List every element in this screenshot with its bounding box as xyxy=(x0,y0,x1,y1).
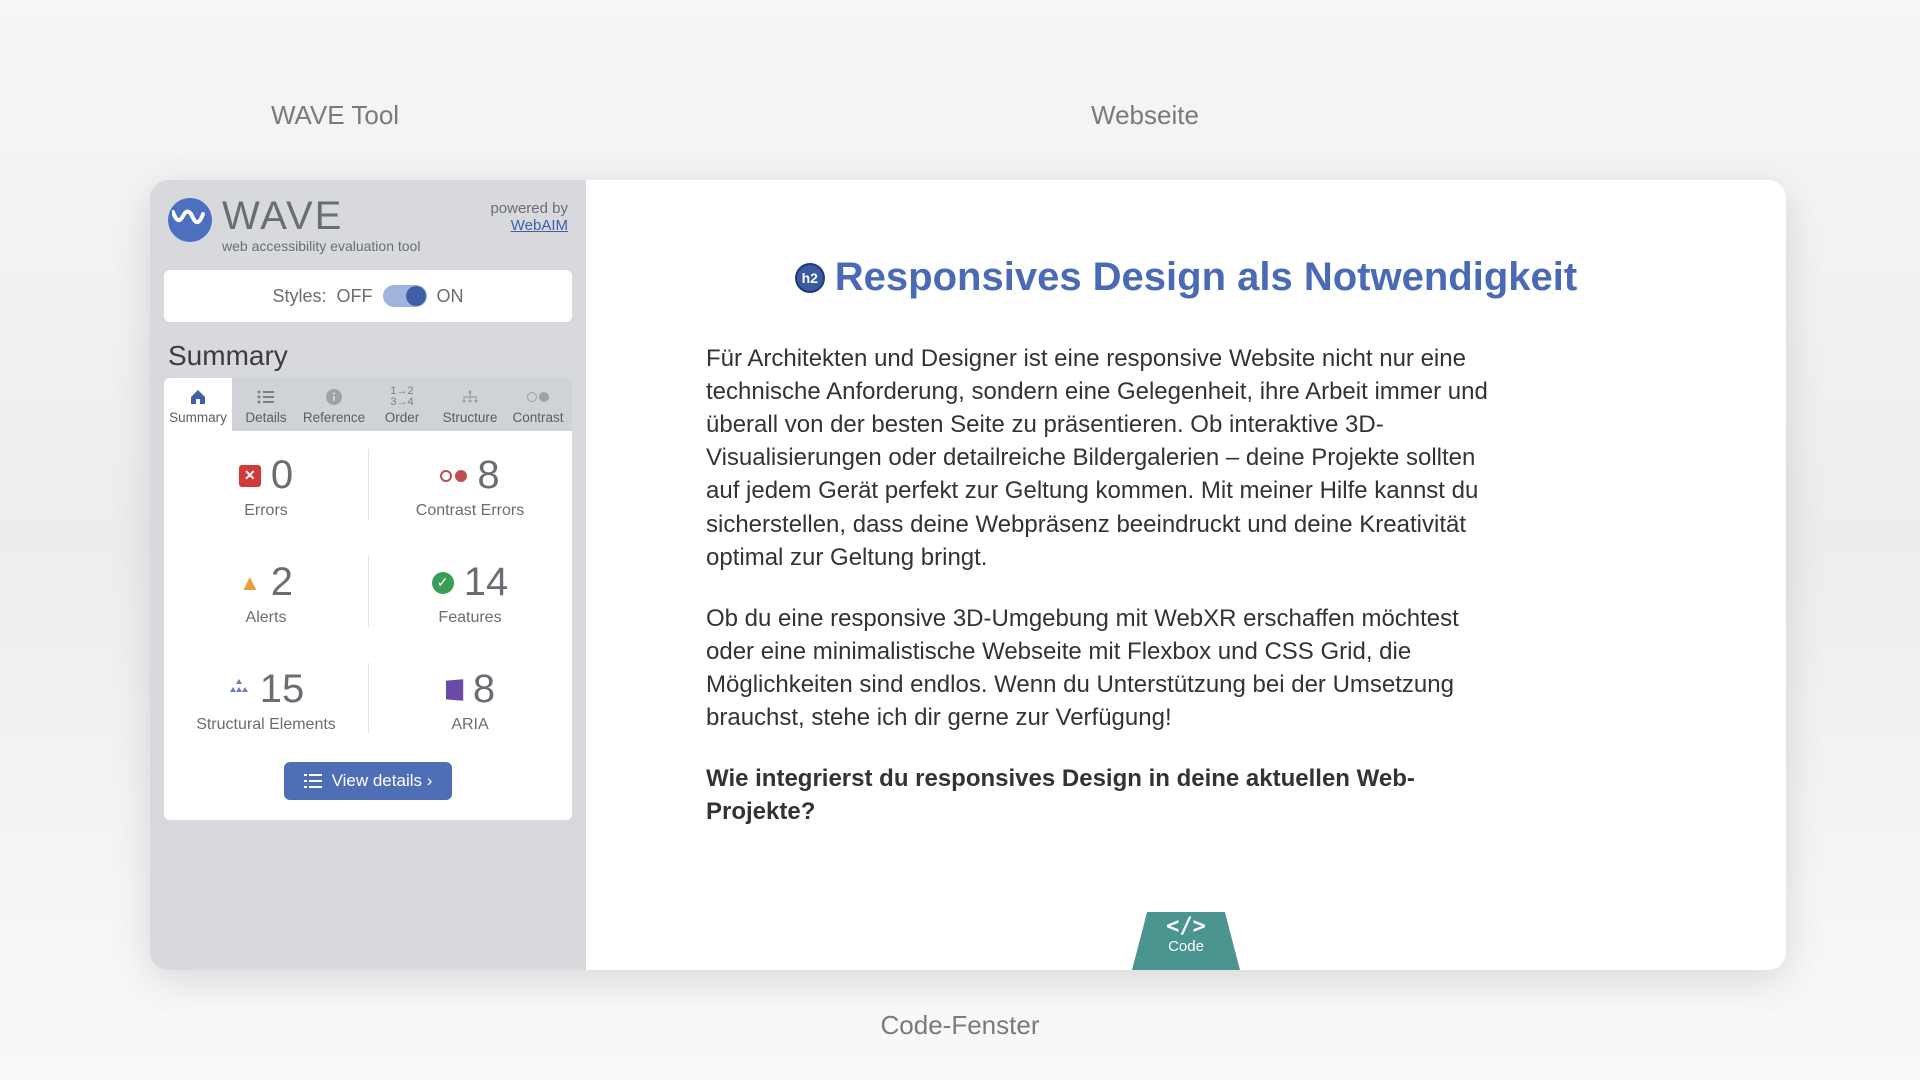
code-icon: </> xyxy=(1132,916,1240,938)
info-icon xyxy=(300,386,368,408)
code-panel-toggle[interactable]: </> Code xyxy=(1132,912,1240,970)
summary-heading: Summary xyxy=(168,340,572,372)
h2-badge-icon: h2 xyxy=(795,263,825,293)
region-label-wave: WAVE Tool xyxy=(150,100,520,131)
tab-summary[interactable]: Summary xyxy=(164,378,232,431)
page-heading: Responsives Design als Notwendigkeit xyxy=(835,255,1577,300)
contrast-error-icon xyxy=(440,470,467,482)
app-window: WAVE web accessibility evaluation tool p… xyxy=(150,180,1786,970)
wave-tabs: Summary Details Reference 1→23→4 Ord xyxy=(164,378,572,431)
webaim-link[interactable]: WebAIM xyxy=(511,217,568,234)
brand-tagline: web accessibility evaluation tool xyxy=(222,238,420,254)
brand-name: WAVE xyxy=(222,196,420,236)
styles-off-label: OFF xyxy=(337,286,373,307)
styles-toggle-row: Styles: OFF ON xyxy=(164,270,572,322)
list-icon xyxy=(232,386,300,408)
powered-by: powered by WebAIM xyxy=(490,196,568,234)
metric-aria: 8 ARIA xyxy=(368,645,572,752)
tab-reference[interactable]: Reference xyxy=(300,378,368,431)
feature-icon: ✓ xyxy=(432,572,454,594)
summary-grid: ✕ 0 Errors 8 Contrast Errors xyxy=(164,431,572,820)
styles-label: Styles: xyxy=(272,286,326,307)
styles-toggle[interactable] xyxy=(383,285,427,307)
region-label-webpage: Webseite xyxy=(520,100,1770,131)
metric-errors: ✕ 0 Errors xyxy=(164,431,368,538)
contrast-icon xyxy=(504,386,572,408)
aria-icon xyxy=(446,679,463,700)
structural-icon xyxy=(228,678,250,702)
alert-icon: ▲ xyxy=(239,570,261,596)
tab-structure[interactable]: Structure xyxy=(436,378,504,431)
paragraph-2: Ob du eine responsive 3D-Umgebung mit We… xyxy=(706,602,1506,734)
paragraph-question: Wie integrierst du responsives Design in… xyxy=(706,762,1506,828)
structure-icon xyxy=(436,386,504,408)
view-details-button[interactable]: View details › xyxy=(284,762,453,800)
metric-contrast-errors: 8 Contrast Errors xyxy=(368,431,572,538)
tab-contrast[interactable]: Contrast xyxy=(504,378,572,431)
region-label-code-window: Code-Fenster xyxy=(0,1010,1920,1041)
styles-on-label: ON xyxy=(437,286,464,307)
home-icon xyxy=(164,386,232,408)
order-icon: 1→23→4 xyxy=(368,386,436,408)
list-icon xyxy=(304,774,322,788)
error-icon: ✕ xyxy=(239,465,261,487)
metric-structural: 15 Structural Elements xyxy=(164,645,368,752)
metric-features: ✓ 14 Features xyxy=(368,538,572,645)
tab-order[interactable]: 1→23→4 Order xyxy=(368,378,436,431)
wave-sidebar: WAVE web accessibility evaluation tool p… xyxy=(150,180,586,970)
paragraph-1: Für Architekten und Designer ist eine re… xyxy=(706,342,1506,574)
tab-details[interactable]: Details xyxy=(232,378,300,431)
wave-logo-icon xyxy=(168,198,212,242)
webpage-content: h2 Responsives Design als Notwendigkeit … xyxy=(586,180,1786,970)
metric-alerts: ▲ 2 Alerts xyxy=(164,538,368,645)
